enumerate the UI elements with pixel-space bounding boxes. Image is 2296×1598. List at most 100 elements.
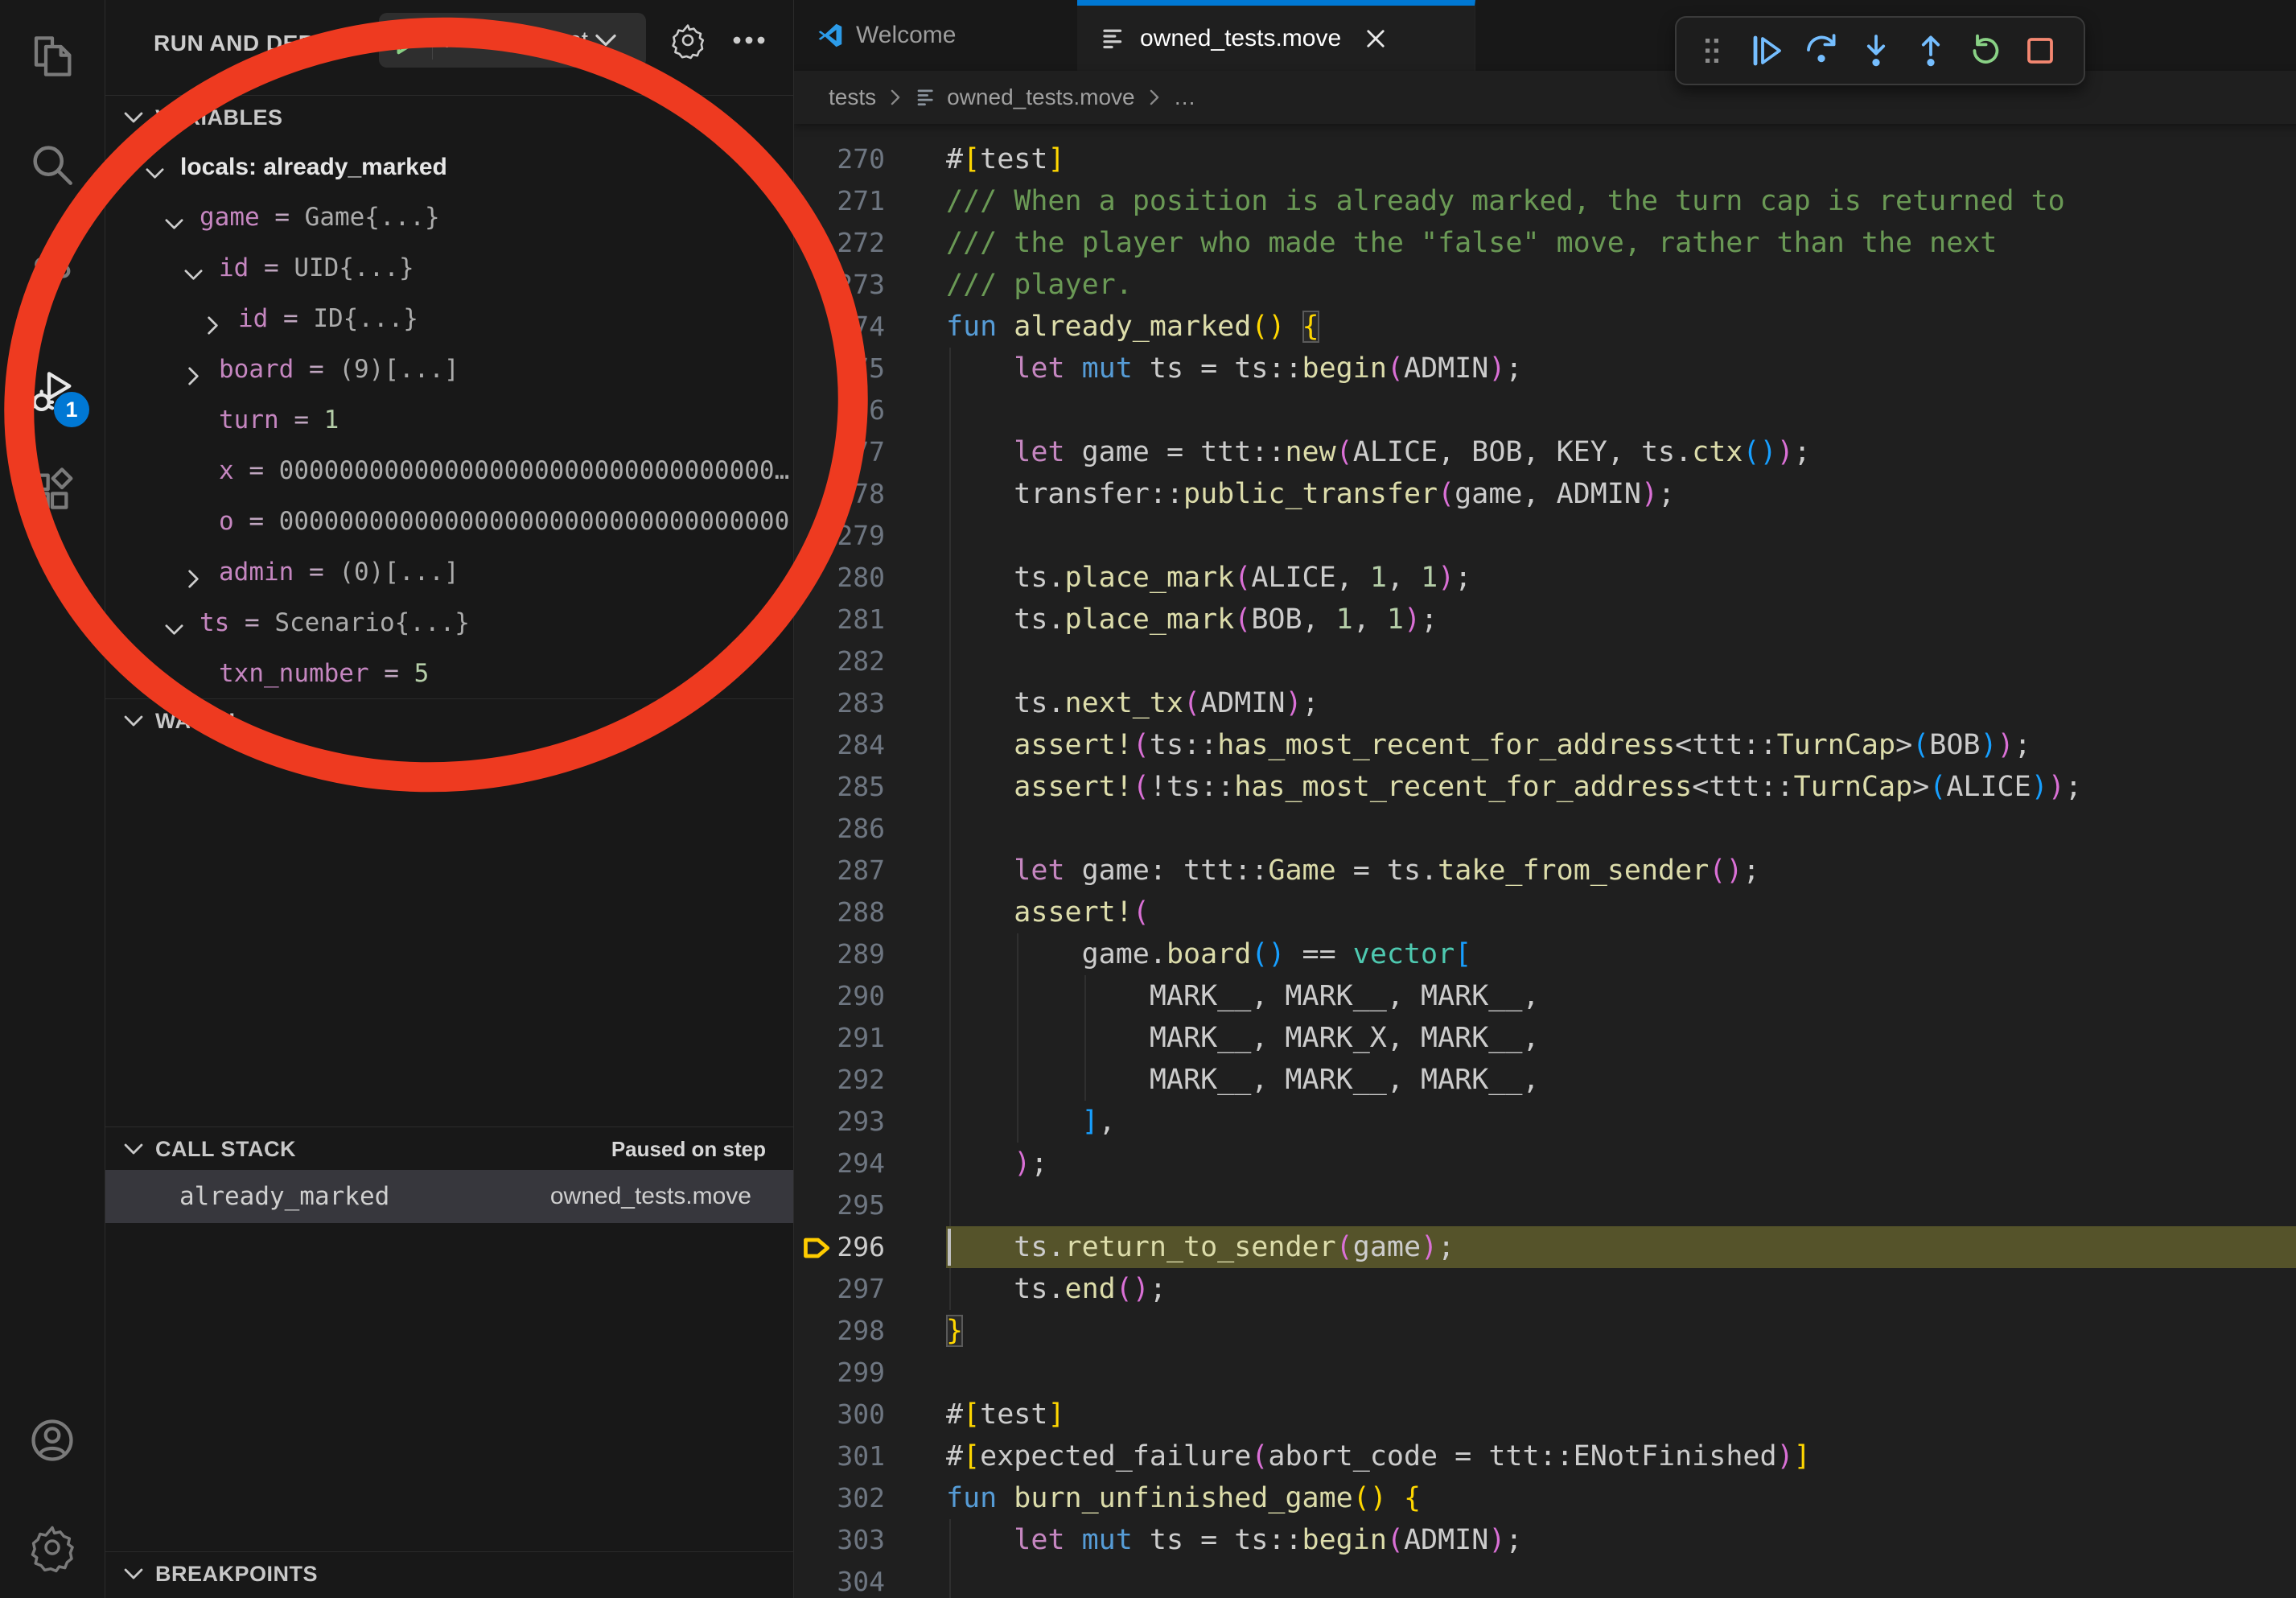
variable-row-board[interactable]: board = (9)[...] xyxy=(105,344,793,395)
code-line-280[interactable]: 280 ts.place_mark(ALICE, 1, 1); xyxy=(793,557,2296,599)
code-line-291[interactable]: 291 MARK__, MARK_X, MARK__, xyxy=(793,1017,2296,1059)
gutter-line-274[interactable]: 274 xyxy=(793,306,946,348)
call-stack-frame-row[interactable]: already_marked owned_tests.move xyxy=(105,1170,793,1223)
step-over-button[interactable] xyxy=(1802,31,1841,70)
code-line-275[interactable]: 275 let mut ts = ts::begin(ADMIN); xyxy=(793,348,2296,389)
gutter-line-297[interactable]: 297 xyxy=(793,1268,946,1310)
code-line-293[interactable]: 293 ], xyxy=(793,1101,2296,1143)
code-line-284[interactable]: 284 assert!(ts::has_most_recent_for_addr… xyxy=(793,724,2296,766)
variable-row-game[interactable]: game = Game{...} xyxy=(105,192,793,243)
gripper-handle[interactable] xyxy=(1693,31,1731,70)
settings-gear-icon[interactable] xyxy=(27,1522,78,1573)
source-control-icon[interactable] xyxy=(27,252,78,303)
gutter-line-302[interactable]: 302 xyxy=(793,1477,946,1519)
gutter-line-295[interactable]: 295 xyxy=(793,1184,946,1226)
variable-row-o[interactable]: o = 0000000000000000000000000000000000. xyxy=(105,496,793,547)
gutter-line-270[interactable]: 270 xyxy=(793,138,946,180)
breakpoints-section-header[interactable]: BREAKPOINTS xyxy=(105,1551,793,1596)
code-line-281[interactable]: 281 ts.place_mark(BOB, 1, 1); xyxy=(793,599,2296,640)
variable-row-scope[interactable]: locals: already_marked xyxy=(105,142,793,192)
gutter-line-296[interactable]: 296 xyxy=(793,1226,946,1268)
call-stack-section-header[interactable]: CALL STACK Paused on step xyxy=(105,1126,793,1171)
account-icon[interactable] xyxy=(27,1415,78,1466)
code-line-273[interactable]: 273/// player. xyxy=(793,264,2296,306)
stop-button[interactable] xyxy=(2021,31,2059,70)
code-line-303[interactable]: 303 let mut ts = ts::begin(ADMIN); xyxy=(793,1519,2296,1561)
gutter-line-288[interactable]: 288 xyxy=(793,892,946,933)
code-line-297[interactable]: 297 ts.end(); xyxy=(793,1268,2296,1310)
variable-row-admin[interactable]: admin = (0)[...] xyxy=(105,547,793,598)
variable-row-turn[interactable]: turn = 1 xyxy=(105,395,793,446)
gutter-line-291[interactable]: 291 xyxy=(793,1017,946,1059)
gutter-line-273[interactable]: 273 xyxy=(793,264,946,306)
step-out-button[interactable] xyxy=(1911,31,1950,70)
run-and-debug-icon[interactable]: 1 xyxy=(27,366,78,418)
gear-icon[interactable] xyxy=(669,21,707,60)
gutter-line-292[interactable]: 292 xyxy=(793,1059,946,1101)
more-actions-icon[interactable] xyxy=(730,21,768,60)
gutter-line-272[interactable]: 272 xyxy=(793,222,946,264)
chevron-down-icon[interactable] xyxy=(180,255,207,282)
gutter-line-304[interactable]: 304 xyxy=(793,1561,946,1598)
gutter-line-284[interactable]: 284 xyxy=(793,724,946,766)
code-line-300[interactable]: 300#[test] xyxy=(793,1394,2296,1435)
gutter-line-283[interactable]: 283 xyxy=(793,682,946,724)
variable-row-x[interactable]: x = 000000000000000000000000000000000… xyxy=(105,446,793,496)
search-icon[interactable] xyxy=(27,139,78,191)
gutter-line-290[interactable]: 290 xyxy=(793,975,946,1017)
code-line-282[interactable]: 282 xyxy=(793,640,2296,682)
tab-owned-tests-move[interactable]: owned_tests.move xyxy=(1077,0,1475,71)
code-line-298[interactable]: 298} xyxy=(793,1310,2296,1352)
code-line-296[interactable]: 296 ts.return_to_sender(game); xyxy=(793,1226,2296,1268)
code-line-304[interactable]: 304 xyxy=(793,1561,2296,1598)
variable-row-ts[interactable]: ts = Scenario{...} xyxy=(105,598,793,649)
gutter-line-281[interactable]: 281 xyxy=(793,599,946,640)
chevron-down-icon[interactable] xyxy=(161,610,187,636)
gutter-line-282[interactable]: 282 xyxy=(793,640,946,682)
code-line-301[interactable]: 301#[expected_failure(abort_code = ttt::… xyxy=(793,1435,2296,1477)
code-line-288[interactable]: 288 assert!( xyxy=(793,892,2296,933)
gutter-line-271[interactable]: 271 xyxy=(793,180,946,222)
gutter-line-278[interactable]: 278 xyxy=(793,473,946,515)
close-icon[interactable] xyxy=(1362,25,1389,52)
tab-welcome[interactable]: Welcome xyxy=(793,0,1078,71)
code-line-278[interactable]: 278 transfer::public_transfer(game, ADMI… xyxy=(793,473,2296,515)
code-line-272[interactable]: 272/// the player who made the "false" m… xyxy=(793,222,2296,264)
code-line-289[interactable]: 289 game.board() == vector[ xyxy=(793,933,2296,975)
gutter-line-303[interactable]: 303 xyxy=(793,1519,946,1561)
gutter-line-280[interactable]: 280 xyxy=(793,557,946,599)
gutter-line-275[interactable]: 275 xyxy=(793,348,946,389)
breadcrumb-item[interactable]: … xyxy=(1174,84,1196,110)
chevron-down-icon[interactable] xyxy=(142,154,168,180)
restart-button[interactable] xyxy=(1966,31,2005,70)
step-into-button[interactable] xyxy=(1857,31,1895,70)
code-line-286[interactable]: 286 xyxy=(793,808,2296,850)
gutter-line-289[interactable]: 289 xyxy=(793,933,946,975)
gutter-line-286[interactable]: 286 xyxy=(793,808,946,850)
breadcrumb-item[interactable]: owned_tests.move xyxy=(915,84,1134,110)
code-line-270[interactable]: 270#[test] xyxy=(793,138,2296,180)
gutter-line-301[interactable]: 301 xyxy=(793,1435,946,1477)
code-line-279[interactable]: 279 xyxy=(793,515,2296,557)
code-editor[interactable]: 270#[test]271/// When a position is alre… xyxy=(793,124,2296,1598)
gutter-line-298[interactable]: 298 xyxy=(793,1310,946,1352)
chevron-right-icon[interactable] xyxy=(180,356,207,383)
watch-section-header[interactable]: WATCH xyxy=(105,698,793,743)
debug-config-dropdown[interactable]: No Configurati xyxy=(379,13,646,68)
code-line-299[interactable]: 299 xyxy=(793,1352,2296,1394)
variable-row-id[interactable]: id = ID{...} xyxy=(105,294,793,344)
code-line-277[interactable]: 277 let game = ttt::new(ALICE, BOB, KEY,… xyxy=(793,431,2296,473)
code-line-287[interactable]: 287 let game: ttt::Game = ts.take_from_s… xyxy=(793,850,2296,892)
gutter-line-276[interactable]: 276 xyxy=(793,389,946,431)
start-debug-icon[interactable] xyxy=(389,22,426,59)
code-line-294[interactable]: 294 ); xyxy=(793,1143,2296,1184)
breadcrumb-item[interactable]: tests xyxy=(829,84,876,110)
variable-row-id[interactable]: id = UID{...} xyxy=(105,243,793,294)
chevron-right-icon[interactable] xyxy=(200,306,226,332)
gutter-line-277[interactable]: 277 xyxy=(793,431,946,473)
continue-button[interactable] xyxy=(1747,31,1786,70)
gutter-line-287[interactable]: 287 xyxy=(793,850,946,892)
code-line-274[interactable]: 274fun already_marked() { xyxy=(793,306,2296,348)
code-line-302[interactable]: 302fun burn_unfinished_game() { xyxy=(793,1477,2296,1519)
chevron-right-icon[interactable] xyxy=(180,559,207,586)
